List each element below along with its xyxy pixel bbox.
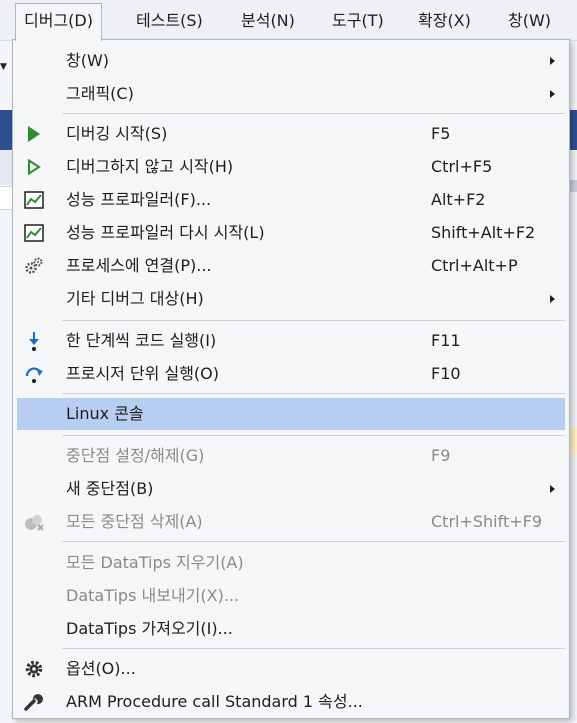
menu-item-label: 한 단계씩 코드 실행(I) — [66, 331, 217, 350]
step-into-icon — [23, 330, 45, 352]
menu-item-label: 새 중단점(B) — [66, 479, 154, 498]
menu-item-label: 모든 중단점 삭제(A) — [66, 512, 203, 531]
wrench-icon — [23, 691, 45, 713]
submenu-arrow-icon — [550, 295, 555, 303]
menu-item-shortcut: F5 — [431, 124, 451, 143]
menu-item-relaunch-profiler[interactable]: 성능 프로파일러 다시 시작(L) Shift+Alt+F2 — [17, 217, 565, 249]
menu-item-performance-profiler[interactable]: 성능 프로파일러(F)... Alt+F2 — [17, 184, 565, 216]
menu-item-export-datatips[interactable]: DataTips 내보내기(X)... — [17, 580, 565, 612]
menu-item-label: 창(W) — [66, 51, 110, 70]
menu-item-clear-all-datatips[interactable]: 모든 DataTips 지우기(A) — [17, 547, 565, 579]
menu-separator — [62, 541, 565, 542]
menu-item-start-without-debugging[interactable]: 디버그하지 않고 시작(H) Ctrl+F5 — [17, 151, 565, 183]
menu-item-label: DataTips 내보내기(X)... — [66, 586, 240, 605]
menu-window[interactable]: 창(W) — [500, 3, 559, 39]
menu-item-options[interactable]: 옵션(O)... — [17, 653, 565, 685]
menu-separator — [62, 393, 565, 394]
menu-item-label: 기타 디버그 대상(H) — [66, 289, 204, 308]
menu-item-label: 성능 프로파일러(F)... — [66, 190, 212, 209]
menu-separator — [62, 113, 565, 114]
gear-icon — [23, 658, 45, 680]
menu-separator — [62, 435, 565, 436]
submenu-arrow-icon — [550, 57, 555, 65]
menu-separator — [62, 320, 565, 321]
menu-item-graphics[interactable]: 그래픽(C) — [17, 78, 565, 110]
menu-analyze[interactable]: 분석(N) — [233, 3, 303, 39]
menu-item-arm-properties[interactable]: ARM Procedure call Standard 1 속성... — [17, 686, 565, 718]
step-over-icon — [23, 363, 45, 385]
menu-item-label: 프로시저 단위 실행(O) — [66, 364, 220, 383]
menu-item-label: 디버깅 시작(S) — [66, 124, 168, 143]
menu-item-label: ARM Procedure call Standard 1 속성... — [66, 692, 363, 711]
menu-tools[interactable]: 도구(T) — [324, 3, 392, 39]
delete-breakpoints-icon — [23, 511, 45, 533]
menu-item-step-over[interactable]: 프로시저 단위 실행(O) F10 — [17, 358, 565, 390]
menu-item-label: 프로세스에 연결(P)... — [66, 256, 212, 275]
menu-item-other-debug-targets[interactable]: 기타 디버그 대상(H) — [17, 283, 565, 315]
background-info-bar — [570, 428, 577, 454]
menu-item-start-debugging[interactable]: 디버깅 시작(S) F5 — [17, 118, 565, 150]
menu-item-label: 옵션(O)... — [66, 659, 136, 678]
menu-test[interactable]: 테스트(S) — [128, 3, 211, 39]
menu-item-shortcut: Alt+F2 — [431, 190, 486, 209]
menu-item-window[interactable]: 창(W) — [17, 45, 565, 77]
menu-item-toggle-breakpoint[interactable]: 중단점 설정/해제(G) F9 — [17, 440, 565, 472]
play-outline-icon — [23, 156, 45, 178]
background-tab-right — [570, 180, 577, 192]
gears-icon — [23, 255, 45, 277]
performance-chart-icon — [23, 222, 45, 244]
menu-item-new-breakpoint[interactable]: 새 중단점(B) — [17, 473, 565, 505]
menu-item-label: 그래픽(C) — [66, 84, 134, 103]
performance-chart-icon — [23, 189, 45, 211]
submenu-arrow-icon — [550, 90, 555, 98]
menu-item-attach-to-process[interactable]: 프로세스에 연결(P)... Ctrl+Alt+P — [17, 250, 565, 282]
menu-item-step-into[interactable]: 한 단계씩 코드 실행(I) F11 — [17, 325, 565, 357]
menu-item-label: 성능 프로파일러 다시 시작(L) — [66, 223, 265, 242]
menu-item-shortcut: F9 — [431, 446, 451, 465]
menu-debug[interactable]: 디버그(D) — [15, 3, 102, 41]
menu-separator — [62, 648, 565, 649]
menu-item-label: 디버그하지 않고 시작(H) — [66, 157, 234, 176]
menu-item-shortcut: Ctrl+F5 — [431, 157, 493, 176]
menu-item-label: DataTips 가져오기(I)... — [66, 619, 233, 638]
menu-item-import-datatips[interactable]: DataTips 가져오기(I)... — [17, 613, 565, 645]
menu-item-shortcut: Ctrl+Shift+F9 — [431, 512, 543, 531]
submenu-arrow-icon — [550, 485, 555, 493]
background-title-bar-right — [570, 110, 577, 150]
play-icon — [23, 123, 45, 145]
debug-dropdown-menu: 창(W) 그래픽(C) 디버깅 시작(S) F5 디버그하지 않고 시작(H) … — [12, 39, 570, 719]
menu-bar: 디버그(D) 테스트(S) 분석(N) 도구(T) 확장(X) 창(W) — [0, 0, 577, 41]
menu-item-label: Linux 콘솔 — [66, 404, 144, 423]
menu-item-shortcut: F10 — [431, 364, 461, 383]
menu-extensions[interactable]: 확장(X) — [410, 3, 479, 39]
menu-item-label: 중단점 설정/해제(G) — [66, 446, 205, 465]
menu-item-label: 모든 DataTips 지우기(A) — [66, 553, 244, 572]
menu-item-shortcut: Shift+Alt+F2 — [431, 223, 536, 242]
menu-item-shortcut: F11 — [431, 331, 461, 350]
menu-item-delete-all-breakpoints[interactable]: 모든 중단점 삭제(A) Ctrl+Shift+F9 — [17, 506, 565, 538]
menu-item-linux-console[interactable]: Linux 콘솔 — [17, 398, 565, 430]
menu-item-shortcut: Ctrl+Alt+P — [431, 256, 518, 275]
